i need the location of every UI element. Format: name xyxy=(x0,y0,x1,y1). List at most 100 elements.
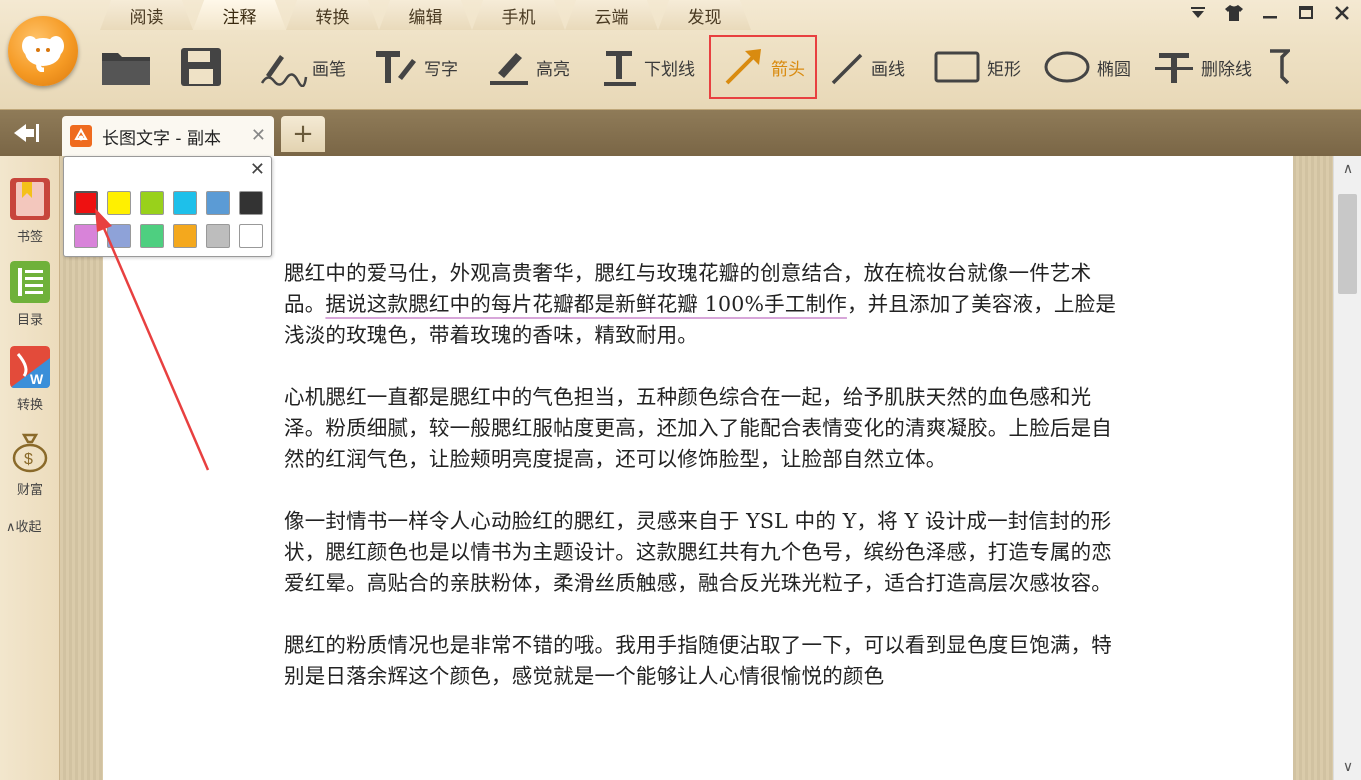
highlighter-icon xyxy=(490,53,528,85)
underline-tool-label: 下划线 xyxy=(644,59,695,80)
bookmark-icon xyxy=(10,178,50,220)
sidebar-item-bookmark[interactable]: 书签 xyxy=(0,178,60,245)
ellipse-tool-button[interactable]: 椭圆 xyxy=(1035,39,1139,95)
document-tab[interactable]: 长图文字 - 副本 ✕ xyxy=(62,116,274,156)
tab-edit[interactable]: 编辑 xyxy=(379,0,472,30)
color-swatch-orange[interactable] xyxy=(173,224,197,248)
pen-tool-button[interactable]: 画笔 xyxy=(250,39,354,95)
arrow-tool-label: 箭头 xyxy=(771,59,805,80)
scroll-thumb[interactable] xyxy=(1338,194,1357,294)
dropdown-icon[interactable] xyxy=(1187,2,1209,24)
paragraph-1: 腮红中的爱马仕，外观高贵奢华，腮红与玫瑰花瓣的创意结合，放在梳妆台就像一件艺术品… xyxy=(284,258,1124,351)
menu-tabs: 阅读 注释 转换 编辑 手机 云端 发现 xyxy=(100,0,751,30)
folder-icon xyxy=(102,53,150,85)
tab-convert[interactable]: 转换 xyxy=(286,0,379,30)
underline-tool-button[interactable]: 下划线 xyxy=(592,39,703,95)
floppy-disk-icon xyxy=(181,48,221,86)
app-logo[interactable] xyxy=(8,16,78,86)
rectangle-tool-label: 矩形 xyxy=(987,59,1021,80)
svg-text:$: $ xyxy=(24,451,33,468)
line-icon xyxy=(831,53,863,85)
color-swatch-cyan[interactable] xyxy=(173,191,197,215)
scroll-down-icon[interactable]: ∨ xyxy=(1334,754,1361,780)
pen-tool-label: 画笔 xyxy=(312,59,346,80)
color-swatch-green[interactable] xyxy=(140,191,164,215)
sidebar-item-wealth[interactable]: $ 财富 xyxy=(0,431,60,498)
color-swatch-yellow[interactable] xyxy=(107,191,131,215)
save-button[interactable] xyxy=(170,39,250,95)
close-window-button[interactable] xyxy=(1331,2,1353,24)
vertical-scrollbar[interactable]: ∧ ∨ xyxy=(1333,156,1361,780)
sidebar-label-collapse: 收起 xyxy=(15,520,42,535)
write-tool-label: 写字 xyxy=(424,59,458,80)
back-arrow-icon xyxy=(14,124,39,142)
maximize-button[interactable] xyxy=(1295,2,1317,24)
write-tool-button[interactable]: 写字 xyxy=(366,39,466,95)
table-of-contents-icon xyxy=(10,261,50,303)
document-tab-bar: 长图文字 - 副本 ✕ xyxy=(0,110,1361,156)
color-swatch-gray[interactable] xyxy=(206,224,230,248)
more-tools-icon[interactable] xyxy=(1268,39,1294,95)
color-palette-popup: ✕ xyxy=(63,156,272,257)
color-swatch-mint[interactable] xyxy=(140,224,164,248)
line-tool-label: 画线 xyxy=(871,59,905,80)
strikeout-tool-label: 删除线 xyxy=(1201,59,1252,80)
tab-read[interactable]: 阅读 xyxy=(100,0,193,30)
top-toolbar: 阅读 注释 转换 编辑 手机 云端 发现 画笔 写字 高亮 下划线 箭头 画线 … xyxy=(0,0,1361,110)
document-tab-title: 长图文字 - 副本 xyxy=(102,128,221,149)
document-content: 腮红中的爱马仕，外观高贵奢华，腮红与玫瑰花瓣的创意结合，放在梳妆台就像一件艺术品… xyxy=(284,258,1124,723)
sidebar-label-toc: 目录 xyxy=(16,313,43,328)
arrow-icon xyxy=(725,49,761,85)
color-swatch-white[interactable] xyxy=(239,224,263,248)
paragraph-4: 腮红的粉质情况也是非常不错的哦。我用手指随便沾取了一下，可以看到显色度巨饱满，特… xyxy=(284,633,1112,688)
arrow-tool-button[interactable]: 箭头 xyxy=(709,35,817,99)
document-file-icon xyxy=(70,125,92,147)
highlight-tool-label: 高亮 xyxy=(536,59,570,80)
paragraph-3: 像一封情书一样令人心动脸红的腮红，灵感来自于 YSL 中的 Y，将 Y 设计成一… xyxy=(284,509,1112,595)
minimize-button[interactable] xyxy=(1259,2,1281,24)
money-bag-icon: $ xyxy=(12,433,48,473)
sidebar-label-wealth: 财富 xyxy=(16,483,43,498)
annotation-tools: 画笔 写字 高亮 下划线 箭头 画线 矩形 椭圆 删除线 xyxy=(96,35,1294,99)
scroll-up-icon[interactable]: ∧ xyxy=(1334,156,1361,182)
ellipse-icon xyxy=(1044,51,1090,83)
color-swatch-blue[interactable] xyxy=(206,191,230,215)
strikethrough-icon xyxy=(1155,53,1193,83)
sidebar-label-convert: 转换 xyxy=(16,398,43,413)
window-controls xyxy=(1187,2,1353,24)
underlined-annotation[interactable]: 据说这款腮红中的每片花瓣都是新鲜花瓣 100%手工制作 xyxy=(325,292,847,316)
add-tab-button[interactable]: + xyxy=(281,116,325,152)
svg-text:W: W xyxy=(30,371,44,387)
color-swatch-pink[interactable] xyxy=(74,224,98,248)
close-tab-icon[interactable]: ✕ xyxy=(251,125,266,146)
pdf-to-word-icon: W xyxy=(10,346,50,388)
chevron-up-icon: ∧ xyxy=(6,520,16,535)
left-sidebar: 书签 目录 W 转换 $ 财富 ∧收起 xyxy=(0,156,60,780)
rectangle-tool-button[interactable]: 矩形 xyxy=(925,39,1029,95)
tab-discover[interactable]: 发现 xyxy=(658,0,751,30)
skin-shirt-icon[interactable] xyxy=(1223,2,1245,24)
line-tool-button[interactable]: 画线 xyxy=(821,39,913,95)
sidebar-item-convert[interactable]: W 转换 xyxy=(0,346,60,413)
color-swatch-red[interactable] xyxy=(74,191,98,215)
elephant-icon xyxy=(22,36,64,72)
strikeout-tool-button[interactable]: 删除线 xyxy=(1145,39,1260,95)
underline-icon xyxy=(604,51,636,86)
pen-scribble-icon xyxy=(260,55,308,87)
sidebar-label-bookmark: 书签 xyxy=(16,230,43,245)
rectangle-icon xyxy=(934,51,980,83)
color-swatch-lavender[interactable] xyxy=(107,224,131,248)
back-button[interactable] xyxy=(12,122,42,144)
tab-cloud[interactable]: 云端 xyxy=(565,0,658,30)
tab-mobile[interactable]: 手机 xyxy=(472,0,565,30)
sidebar-item-toc[interactable]: 目录 xyxy=(0,261,60,328)
color-swatch-black[interactable] xyxy=(239,191,263,215)
highlight-tool-button[interactable]: 高亮 xyxy=(480,39,578,95)
open-folder-button[interactable] xyxy=(96,39,170,95)
close-palette-icon[interactable]: ✕ xyxy=(250,159,265,180)
text-pen-icon xyxy=(376,51,416,83)
tab-annotate[interactable]: 注释 xyxy=(193,0,286,30)
ellipse-tool-label: 椭圆 xyxy=(1097,59,1131,80)
paragraph-2: 心机腮红一直都是腮红中的气色担当，五种颜色综合在一起，给予肌肤天然的血色感和光泽… xyxy=(284,385,1112,471)
sidebar-collapse-button[interactable]: ∧收起 xyxy=(6,516,42,535)
